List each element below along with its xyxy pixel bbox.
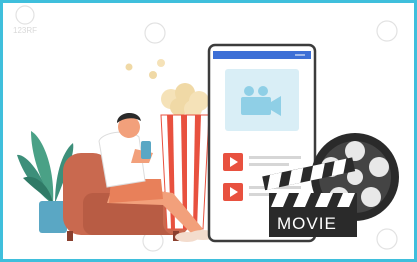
handheld-phone <box>141 141 151 159</box>
watermark-5 <box>376 228 398 250</box>
movie-illustration: 123RF MOVIE <box>13 5 399 252</box>
watermark-2 <box>144 22 166 44</box>
watermark-3 <box>376 20 398 42</box>
watermark-1: 123RF <box>13 5 37 35</box>
watermark-text: 123RF <box>13 26 37 35</box>
illustration-frame: 123RF MOVIE <box>0 0 417 262</box>
plant-pot <box>39 201 67 233</box>
clapperboard-label: MOVIE <box>277 214 337 233</box>
